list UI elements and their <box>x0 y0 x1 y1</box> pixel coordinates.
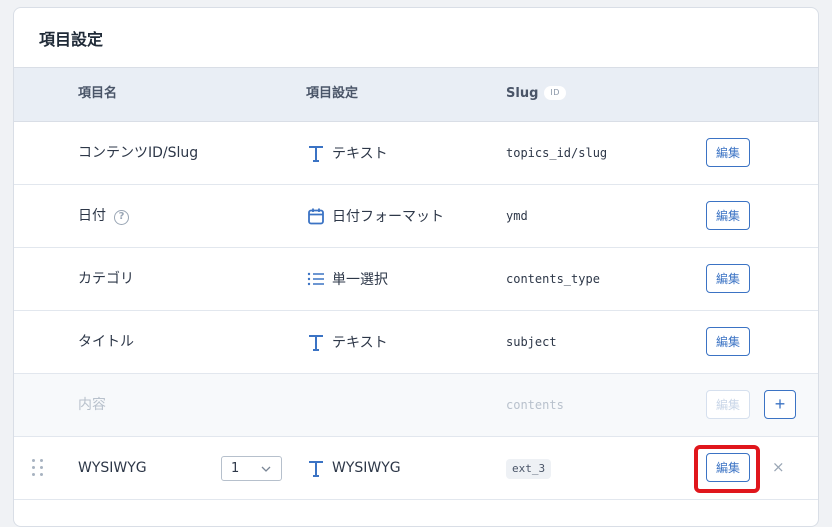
table-row: WYSIWYG 1 WYSIWYG ext_3 編集 × <box>14 437 818 500</box>
remove-icon[interactable]: × <box>772 457 785 477</box>
calendar-icon <box>306 206 326 226</box>
field-slug: contents <box>506 398 564 412</box>
column-header-setting: 項目設定 <box>306 86 359 101</box>
table-row: 日付? 日付フォーマット ymd 編集 <box>14 185 818 248</box>
field-slug: ext_3 <box>506 459 552 479</box>
field-name: コンテンツID/Slug <box>78 145 199 161</box>
field-slug: ymd <box>506 209 528 223</box>
field-type: テキスト <box>306 311 388 373</box>
table-header: 項目名 項目設定 Slug ID <box>14 68 818 122</box>
field-name: カテゴリ <box>78 271 134 287</box>
item-settings-panel: 項目設定 項目名 項目設定 Slug ID コンテンツID/Slug テキスト t… <box>13 7 819 527</box>
table-row: カテゴリ 単一選択 contents_type 編集 <box>14 248 818 311</box>
chevron-down-icon <box>261 463 271 478</box>
field-slug: contents_type <box>506 272 600 286</box>
help-icon[interactable]: ? <box>114 209 129 225</box>
field-type-label: 単一選択 <box>332 272 388 288</box>
edit-button[interactable]: 編集 <box>706 327 750 356</box>
field-name-label: 日付 <box>78 208 106 224</box>
text-t-icon <box>306 332 326 352</box>
field-type-label: 日付フォーマット <box>332 209 444 225</box>
slug-header-label: Slug <box>506 86 539 101</box>
edit-button[interactable]: 編集 <box>706 138 750 167</box>
text-t-icon <box>306 458 326 478</box>
field-type: WYSIWYG <box>306 437 401 499</box>
text-t-icon <box>306 143 326 163</box>
list-icon <box>306 269 326 289</box>
add-button[interactable]: + <box>764 390 796 419</box>
field-type-label: WYSIWYG <box>332 460 401 476</box>
table-row: 内容 contents 編集 + <box>14 374 818 437</box>
field-type-label: テキスト <box>332 146 388 162</box>
panel-title: 項目設定 <box>39 29 104 49</box>
field-slug: topics_id/slug <box>506 146 608 160</box>
edit-button[interactable]: 編集 <box>706 390 750 419</box>
field-name: WYSIWYG <box>78 460 147 476</box>
field-type: 日付フォーマット <box>306 185 444 247</box>
field-name: タイトル <box>78 334 134 350</box>
id-badge: ID <box>544 86 566 100</box>
edit-button[interactable]: 編集 <box>706 264 750 293</box>
field-slug: subject <box>506 335 557 349</box>
count-select[interactable]: 1 <box>221 456 282 481</box>
column-header-slug: Slug ID <box>506 68 566 120</box>
field-name: 日付? <box>78 185 129 247</box>
drag-handle-icon[interactable] <box>32 459 44 477</box>
field-type: テキスト <box>306 122 388 184</box>
table-row: タイトル テキスト subject 編集 <box>14 311 818 374</box>
field-type-label: テキスト <box>332 335 388 351</box>
count-select-value: 1 <box>231 461 240 476</box>
field-type: 単一選択 <box>306 248 388 310</box>
table-row: コンテンツID/Slug テキスト topics_id/slug 編集 <box>14 122 818 185</box>
edit-button[interactable]: 編集 <box>706 201 750 230</box>
column-header-name: 項目名 <box>78 86 118 101</box>
field-name: 内容 <box>78 397 106 413</box>
edit-button[interactable]: 編集 <box>706 453 750 482</box>
panel-header: 項目設定 <box>14 8 818 68</box>
